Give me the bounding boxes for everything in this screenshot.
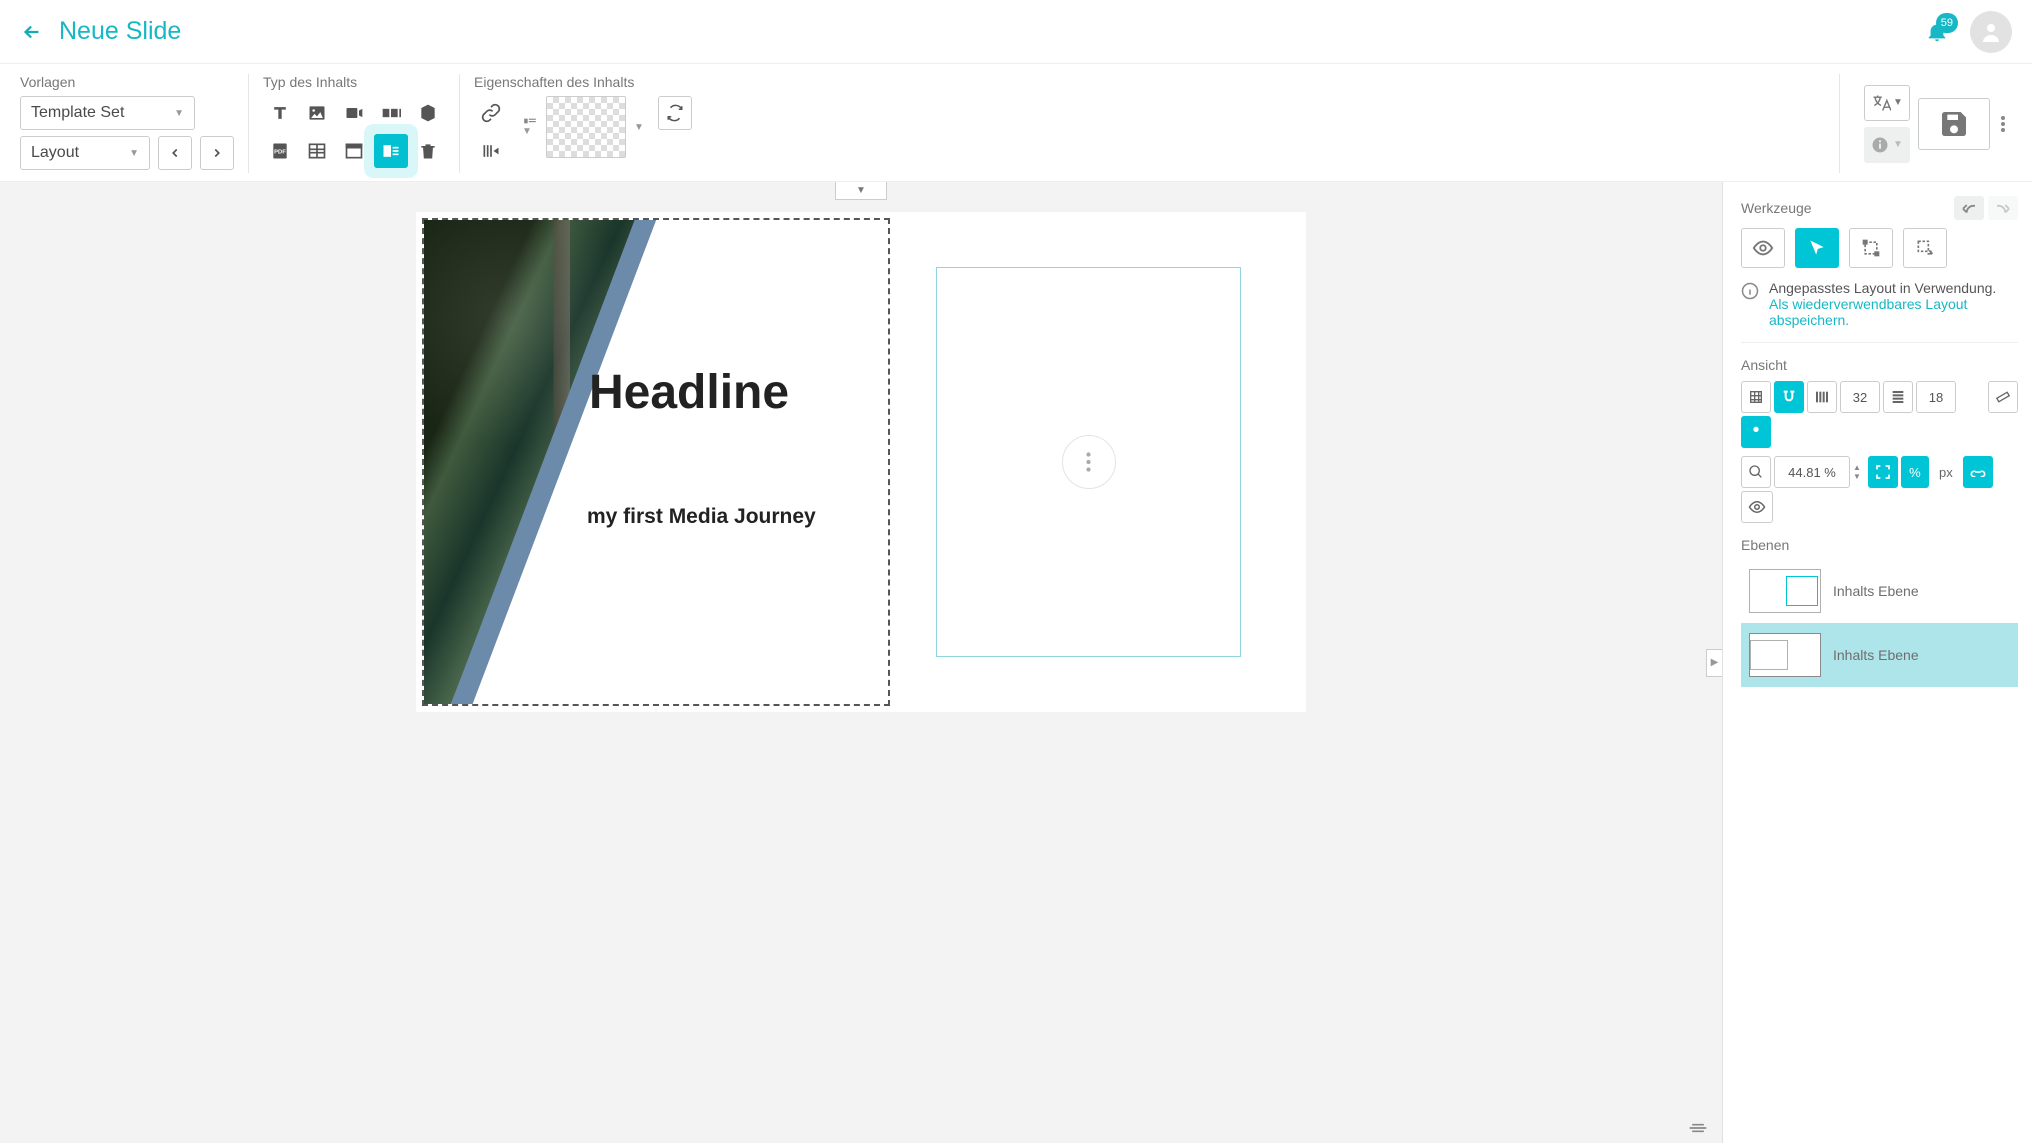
zoom-value[interactable]: 44.81 % (1774, 456, 1850, 488)
layer-item-0[interactable]: Inhalts Ebene (1741, 559, 2018, 623)
pdf-type-button[interactable]: PDF (263, 134, 297, 168)
ruler-toggle[interactable] (1988, 381, 2018, 413)
image-type-button[interactable] (300, 96, 334, 130)
user-avatar[interactable] (1970, 11, 2012, 53)
layout-prev-button[interactable] (158, 136, 192, 170)
percent-unit-button[interactable]: % (1901, 456, 1929, 488)
info-pill-button[interactable]: ▼ (1864, 127, 1910, 163)
transform-tool[interactable] (1903, 228, 1947, 268)
link-prop-button[interactable] (474, 96, 508, 130)
save-layout-link[interactable]: Als wiederverwendbares Layout abspeicher… (1769, 296, 1967, 328)
px-unit-button[interactable]: px (1932, 456, 1960, 488)
zoom-icon (1741, 456, 1771, 488)
rows-value[interactable]: 18 (1916, 381, 1956, 413)
frame-image (424, 220, 694, 704)
tools-label: Werkzeuge (1741, 200, 1812, 216)
video-type-button[interactable] (337, 96, 371, 130)
layers-label: Ebenen (1741, 537, 2018, 553)
headline-text[interactable]: Headline (589, 365, 789, 420)
slide-canvas[interactable]: Headline my first Media Journey (416, 212, 1306, 712)
template-set-value: Template Set (31, 104, 124, 122)
notifications-count: 59 (1936, 13, 1958, 33)
indent-prop-button[interactable] (474, 134, 508, 168)
link-dims-button[interactable] (1963, 456, 1993, 488)
info-icon (1741, 282, 1759, 300)
save-more-button[interactable] (1994, 107, 2012, 141)
right-content-slot[interactable] (936, 267, 1241, 657)
contenttype-label: Typ des Inhalts (263, 74, 445, 90)
layer-thumb (1749, 633, 1821, 677)
sync-prop-button[interactable] (658, 96, 692, 130)
columns-value[interactable]: 32 (1840, 381, 1880, 413)
delete-type-button[interactable] (411, 134, 445, 168)
back-button[interactable] (20, 20, 44, 44)
left-content-frame[interactable]: Headline my first Media Journey (422, 218, 890, 706)
gallery-type-button[interactable] (374, 96, 408, 130)
right-panel-toggle[interactable]: ▶ (1706, 649, 1722, 677)
layout-dropdown[interactable]: Layout▼ (20, 136, 150, 170)
redo-button[interactable] (1988, 196, 2018, 220)
svg-text:PDF: PDF (274, 150, 286, 156)
template-set-dropdown[interactable]: Template Set▼ (20, 96, 195, 130)
zoom-up[interactable]: ▲ (1853, 463, 1861, 472)
layout-next-button[interactable] (200, 136, 234, 170)
background-swatch (546, 96, 626, 158)
top-panel-toggle[interactable]: ▼ (835, 182, 887, 200)
select-tool[interactable] (1795, 228, 1839, 268)
contentprops-label: Eigenschaften des Inhalts (474, 74, 692, 90)
page-title: Neue Slide (59, 17, 181, 46)
package-type-button[interactable] (411, 96, 445, 130)
text-type-button[interactable] (263, 96, 297, 130)
fit-screen-button[interactable] (1868, 456, 1898, 488)
preview-tool[interactable] (1741, 228, 1785, 268)
subline-text[interactable]: my first Media Journey (587, 505, 816, 529)
templates-label: Vorlagen (20, 74, 234, 90)
frame-type-button[interactable] (337, 134, 371, 168)
visibility-toggle[interactable] (1741, 491, 1773, 523)
background-picker[interactable]: ▼ ▼ (514, 96, 652, 158)
crop-tool[interactable] (1849, 228, 1893, 268)
save-button[interactable] (1918, 98, 1990, 150)
table-type-button[interactable] (300, 134, 334, 168)
layer-item-1[interactable]: Inhalts Ebene (1741, 623, 2018, 687)
snap-toggle[interactable] (1774, 381, 1804, 413)
undo-button[interactable] (1954, 196, 1984, 220)
layer-name: Inhalts Ebene (1833, 583, 1919, 599)
layer-thumb (1749, 569, 1821, 613)
grid-toggle[interactable] (1741, 381, 1771, 413)
zoom-down[interactable]: ▼ (1853, 472, 1861, 481)
slot-menu-button[interactable] (1062, 435, 1116, 489)
columns-icon[interactable] (1807, 381, 1837, 413)
notifications-button[interactable]: 59 (1926, 21, 1948, 43)
layer-name: Inhalts Ebene (1833, 647, 1919, 663)
guide-toggle[interactable] (1741, 416, 1771, 448)
info-text: Angepasstes Layout in Verwendung. (1769, 280, 1996, 296)
language-button[interactable]: ▼ (1864, 85, 1910, 121)
rows-icon[interactable] (1883, 381, 1913, 413)
card-type-button[interactable] (374, 134, 408, 168)
layout-dropdown-value: Layout (31, 144, 79, 162)
bottom-panel-toggle[interactable] (1688, 1121, 1708, 1135)
view-label: Ansicht (1741, 357, 2018, 373)
